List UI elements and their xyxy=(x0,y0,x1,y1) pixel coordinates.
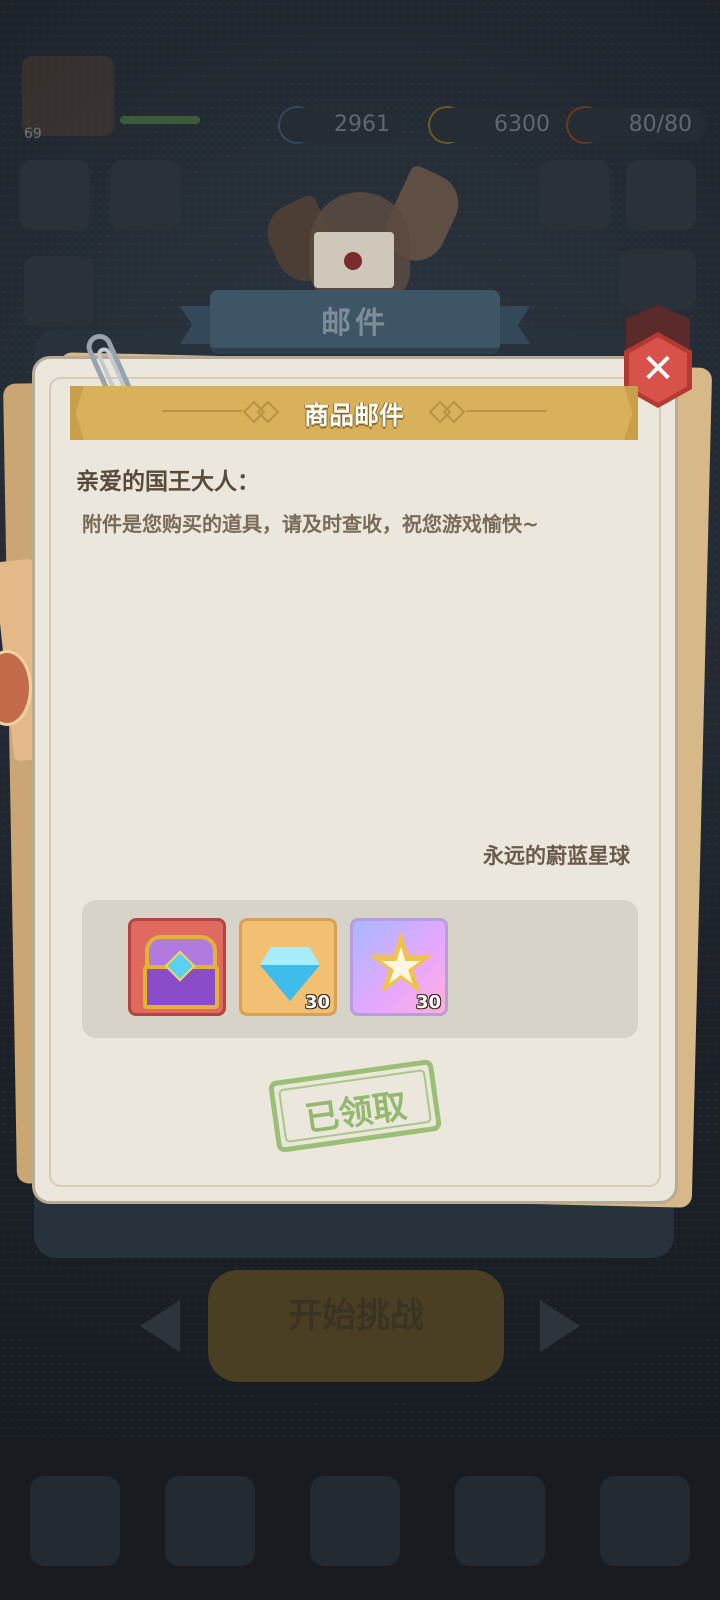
dialog-title-ribbon: 邮件 xyxy=(210,290,500,354)
attachment-chest[interactable] xyxy=(128,918,226,1016)
resource-coin: 6300 xyxy=(430,108,564,142)
nav-item xyxy=(310,1476,400,1566)
bg-icon xyxy=(24,256,94,326)
nav-item xyxy=(30,1476,120,1566)
mail-header-banner: 商品邮件 xyxy=(70,386,638,440)
mail-signature: 永远的蔚蓝星球 xyxy=(483,844,630,868)
top-hud: 69 2961 6300 80/80 xyxy=(0,56,720,144)
wax-seal-icon xyxy=(344,252,362,270)
dialog-title: 邮件 xyxy=(321,306,389,341)
resource-crystal: 2961 xyxy=(280,108,404,142)
nav-item xyxy=(455,1476,545,1566)
start-challenge-label: 开始挑战 xyxy=(288,1296,424,1336)
owl-mascot xyxy=(257,163,469,302)
next-arrow-icon xyxy=(540,1300,580,1352)
nav-item xyxy=(165,1476,255,1566)
exp-bar xyxy=(120,116,200,124)
item-count: 30 xyxy=(304,992,330,1013)
paper-border xyxy=(49,377,661,1187)
player-level: 69 xyxy=(24,126,42,142)
claimed-stamp-label: 已领取 xyxy=(302,1086,410,1140)
resource-stamina: 80/80 xyxy=(568,108,706,142)
item-count: 30 xyxy=(415,992,441,1013)
bg-icon xyxy=(110,160,180,230)
player-avatar xyxy=(22,56,114,136)
bg-icon xyxy=(626,160,696,230)
bottom-nav xyxy=(0,1440,720,1600)
prev-arrow-icon xyxy=(140,1300,180,1352)
diamond-icon xyxy=(260,947,320,965)
nav-item xyxy=(600,1476,690,1566)
bg-icon xyxy=(20,160,90,230)
attachment-diamond[interactable]: 30 xyxy=(239,918,337,1016)
attachment-star[interactable]: 30 xyxy=(350,918,448,1016)
bg-icon xyxy=(540,160,610,230)
bg-icon xyxy=(620,250,696,310)
mail-greeting: 亲爱的国王大人： xyxy=(76,469,260,495)
mail-body: 附件是您购买的道具，请及时查收，祝您游戏愉快~ xyxy=(82,512,539,536)
mail-header-title: 商品邮件 xyxy=(303,401,404,430)
start-challenge-button: 开始挑战 xyxy=(208,1270,504,1382)
banner-line xyxy=(466,410,546,412)
